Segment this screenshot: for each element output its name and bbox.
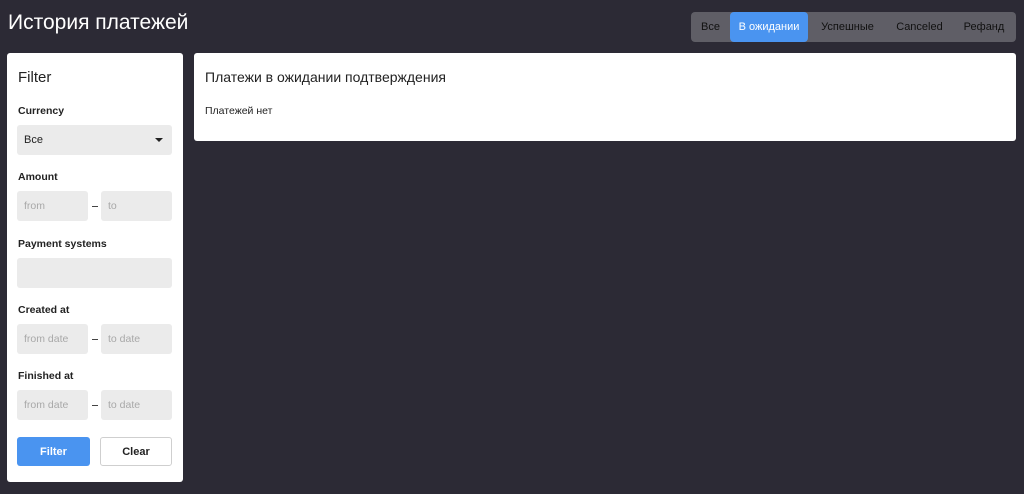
- payment-systems-select[interactable]: [17, 258, 172, 288]
- clear-button[interactable]: Clear: [100, 437, 172, 466]
- currency-select-value: Все: [24, 134, 43, 146]
- page-title: История платежей: [8, 11, 189, 34]
- filter-button[interactable]: Filter: [17, 437, 90, 466]
- amount-to-input[interactable]: to: [101, 191, 172, 221]
- empty-state-text: Платежей нет: [205, 105, 273, 117]
- created-from-date-input[interactable]: from date: [17, 324, 88, 354]
- amount-label: Amount: [18, 171, 58, 183]
- chevron-down-icon: [155, 138, 163, 142]
- range-separator: [92, 405, 98, 406]
- range-separator: [92, 339, 98, 340]
- tab-refund[interactable]: Рефанд: [952, 12, 1016, 42]
- filter-panel: Filter Currency Все Amount from to Payme…: [7, 53, 183, 482]
- amount-from-input[interactable]: from: [17, 191, 88, 221]
- currency-label: Currency: [18, 105, 65, 117]
- payment-systems-label: Payment systems: [18, 238, 107, 250]
- finished-to-date-input[interactable]: to date: [101, 390, 172, 420]
- payments-heading: Платежи в ожидании подтверждения: [205, 69, 446, 85]
- tab-all[interactable]: Все: [691, 12, 730, 42]
- filter-title: Filter: [18, 69, 52, 86]
- payments-panel: Платежи в ожидании подтверждения Платеже…: [194, 53, 1016, 141]
- finished-at-label: Finished at: [18, 370, 74, 382]
- tab-canceled[interactable]: Canceled: [887, 12, 952, 42]
- tab-successful[interactable]: Успешные: [808, 12, 887, 42]
- created-to-date-input[interactable]: to date: [101, 324, 172, 354]
- status-tabs: Все В ожидании Успешные Canceled Рефанд: [691, 12, 1016, 42]
- range-separator: [92, 206, 98, 207]
- currency-select[interactable]: Все: [17, 125, 172, 155]
- created-at-label: Created at: [18, 304, 70, 316]
- finished-from-date-input[interactable]: from date: [17, 390, 88, 420]
- tab-pending[interactable]: В ожидании: [730, 12, 808, 42]
